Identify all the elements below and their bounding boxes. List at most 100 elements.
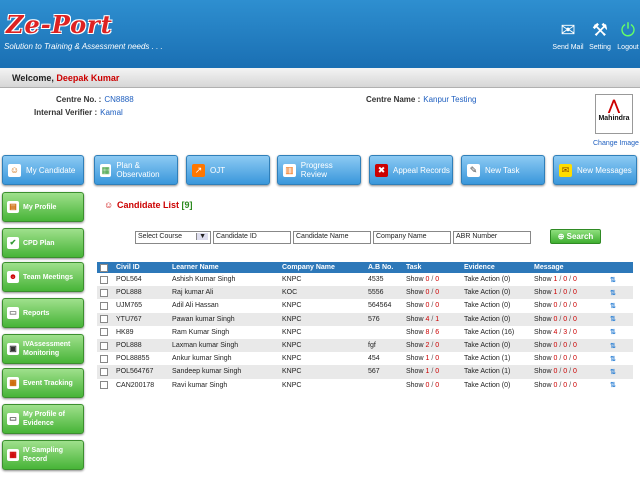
message-show-link[interactable]: Show: [534, 342, 552, 349]
people-icon: ☻: [7, 271, 19, 283]
message-count-3: 0: [572, 315, 577, 323]
welcome-prefix: Welcome,: [12, 73, 54, 83]
task-show-link[interactable]: Show: [406, 276, 424, 283]
ab-no-cell: 4535: [368, 276, 384, 284]
evidence-take-action-link[interactable]: Take Action (0): [461, 299, 531, 312]
row-checkbox[interactable]: [100, 367, 108, 376]
verifier-value: Kamal: [100, 108, 123, 117]
row-checkbox[interactable]: [100, 288, 108, 297]
message-show-link[interactable]: Show: [534, 382, 552, 389]
sort-arrows-icon[interactable]: ⇅: [610, 277, 616, 284]
sort-arrows-icon[interactable]: ⇅: [610, 356, 616, 363]
send-mail-button[interactable]: ✉ Send Mail: [550, 20, 586, 51]
centre-name: Centre Name : Kanpur Testing: [366, 95, 476, 104]
company-name-input[interactable]: Company Name: [373, 231, 451, 244]
task-count-b: 0: [435, 381, 440, 389]
task-show-link[interactable]: Show: [406, 355, 424, 362]
nav-plan-observation[interactable]: ▦ Plan & Observation: [94, 155, 178, 185]
message-show-link[interactable]: Show: [534, 355, 552, 362]
candidate-name-input[interactable]: Candidate Name: [293, 231, 371, 244]
task-show-link[interactable]: Show: [406, 382, 424, 389]
task-show-link[interactable]: Show: [406, 302, 424, 309]
message-show-link[interactable]: Show: [534, 329, 552, 336]
col-ab-no[interactable]: A.B No.: [365, 262, 403, 273]
ab-no-cell: 564564: [368, 302, 392, 310]
side-cpd-plan[interactable]: ✔ CPD Plan: [2, 228, 84, 258]
sort-arrows-icon[interactable]: ⇅: [610, 382, 616, 389]
row-select-cell: [97, 273, 113, 286]
side-profile-of-evidence[interactable]: ▭ My Profile of Evidence: [2, 404, 84, 434]
message-show-link[interactable]: Show: [534, 289, 552, 296]
col-civil-id[interactable]: Civil ID: [113, 262, 169, 273]
row-checkbox[interactable]: [100, 315, 108, 324]
task-show-link[interactable]: Show: [406, 316, 424, 323]
sort-arrows-icon[interactable]: ⇅: [610, 316, 616, 323]
message-show-link[interactable]: Show: [534, 316, 552, 323]
nav-appeal-records-label: Appeal Records: [393, 165, 450, 175]
side-event-tracking[interactable]: ▦ Event Tracking: [2, 368, 84, 398]
table-row: POL888 Raj kumar Ali KOC 5556 Show 0 / 0 Take…: [97, 286, 633, 300]
candidate-id-input[interactable]: Candidate ID: [213, 231, 291, 244]
side-iv-sampling-record[interactable]: ▦ IV Sampling Record: [2, 440, 84, 470]
evidence-take-action-link[interactable]: Take Action (0): [461, 273, 531, 286]
civil-id-cell: POL564767: [113, 365, 169, 379]
abr-number-input[interactable]: ABR Number: [453, 231, 531, 244]
evidence-take-action-link[interactable]: Take Action (1): [461, 365, 531, 379]
task-show-link[interactable]: Show: [406, 342, 424, 349]
message-show-link[interactable]: Show: [534, 368, 552, 375]
task-show-link[interactable]: Show: [406, 289, 424, 296]
sort-arrows-icon[interactable]: ⇅: [610, 343, 616, 350]
row-checkbox[interactable]: [100, 275, 108, 284]
evidence-take-action-link[interactable]: Take Action (0): [461, 312, 531, 326]
learner-name-cell: Ravi kumar Singh: [172, 381, 228, 389]
ab-no-cell: fgf: [365, 338, 403, 353]
sort-arrows-icon[interactable]: ⇅: [610, 369, 616, 376]
sort-arrows-icon[interactable]: ⇅: [610, 303, 616, 310]
row-checkbox[interactable]: [100, 381, 108, 390]
calendar-icon: ▦: [7, 377, 19, 389]
select-all-checkbox[interactable]: [100, 263, 108, 272]
message-show-link[interactable]: Show: [534, 302, 552, 309]
nav-my-candidate[interactable]: ☺ My Candidate: [2, 155, 84, 185]
evidence-take-action-link[interactable]: Take Action (0): [461, 338, 531, 353]
row-checkbox[interactable]: [100, 301, 108, 310]
message-count-3: 0: [572, 289, 577, 297]
nav-ojt-label: OJT: [210, 165, 226, 175]
nav-new-messages[interactable]: ✉ New Messages: [553, 155, 637, 185]
row-checkbox[interactable]: [100, 328, 108, 337]
nav-ojt[interactable]: ↗ OJT: [186, 155, 270, 185]
message-show-link[interactable]: Show: [534, 276, 552, 283]
col-learner-name[interactable]: Learner Name: [169, 262, 279, 273]
logout-button[interactable]: ⏻ Logout: [610, 20, 640, 51]
side-reports[interactable]: ▭ Reports: [2, 298, 84, 328]
col-arrows: [607, 262, 633, 273]
change-image-link[interactable]: Change Image: [593, 140, 639, 147]
row-checkbox[interactable]: [100, 354, 108, 363]
side-team-meetings[interactable]: ☻ Team Meetings: [2, 262, 84, 292]
evidence-take-action-link[interactable]: Take Action (16): [461, 326, 531, 339]
evidence-take-action-link[interactable]: Take Action (0): [461, 379, 531, 392]
nav-new-task[interactable]: ✎ New Task: [461, 155, 545, 185]
nav-progress-review[interactable]: ▥ Progress Review: [277, 155, 361, 185]
task-count-b: 0: [435, 302, 440, 310]
envelope-icon: ✉: [559, 163, 572, 177]
nav-my-candidate-label: My Candidate: [26, 165, 76, 175]
task-count-b: 0: [435, 289, 440, 297]
row-checkbox[interactable]: [100, 341, 108, 350]
course-select[interactable]: Select Course ▼: [135, 231, 211, 244]
task-show-link[interactable]: Show: [406, 329, 424, 336]
app-logo: Ze-Port: [6, 10, 113, 39]
search-button[interactable]: ⊕ Search: [550, 229, 601, 244]
table-row: HK89 Ram Kumar Singh KNPC Show 8 / 6 Take Ac…: [97, 326, 633, 339]
side-my-profile[interactable]: ▤ My Profile: [2, 192, 84, 222]
folder-icon: ▭: [7, 413, 19, 425]
side-iv-assessment-monitoring[interactable]: ▣ IVAssessment Monitoring: [2, 334, 84, 364]
evidence-take-action-link[interactable]: Take Action (1): [461, 352, 531, 365]
col-company-name[interactable]: Company Name: [279, 262, 365, 273]
sort-arrows-icon[interactable]: ⇅: [610, 329, 616, 336]
nav-appeal-records[interactable]: ✖ Appeal Records: [369, 155, 453, 185]
candidate-list-title-text: Candidate List: [117, 200, 180, 210]
evidence-take-action-link[interactable]: Take Action (0): [461, 286, 531, 300]
sort-arrows-icon[interactable]: ⇅: [610, 290, 616, 297]
task-show-link[interactable]: Show: [406, 368, 424, 375]
